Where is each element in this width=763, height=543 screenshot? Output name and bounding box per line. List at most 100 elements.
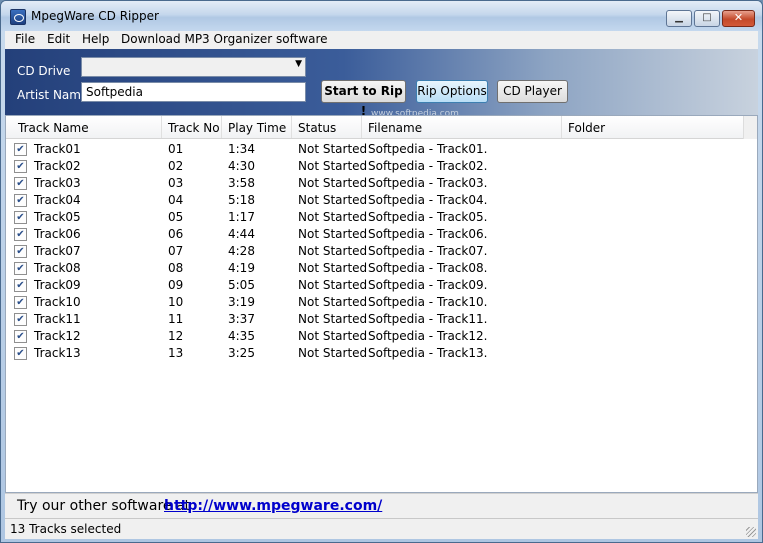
controls-panel: CD Drive ▼ Artist Name Softpedia Start t… [5, 49, 758, 119]
table-row[interactable]: ✔ Track08 08 4:19 Not Started Softpedia … [6, 260, 743, 277]
track-rows: ✔ Track01 01 1:34 Not Started Softpedia … [6, 141, 743, 362]
column-header-filename[interactable]: Filename [368, 121, 422, 135]
play-time-cell: 4:19 [228, 261, 255, 275]
filename-cell: Softpedia - Track02. [368, 159, 488, 173]
column-header-track-name[interactable]: Track Name [18, 121, 89, 135]
track-name-cell: Track02 [34, 159, 81, 173]
artist-name-input[interactable]: Softpedia [81, 82, 306, 102]
track-no-cell: 03 [168, 176, 184, 190]
status-cell: Not Started [298, 176, 368, 190]
track-checkbox[interactable]: ✔ [14, 177, 27, 190]
table-row[interactable]: ✔ Track05 05 1:17 Not Started Softpedia … [6, 209, 743, 226]
filename-cell: Softpedia - Track12. [368, 329, 488, 343]
play-time-cell: 1:34 [228, 142, 255, 156]
resize-grip-icon[interactable] [746, 527, 756, 537]
track-checkbox[interactable]: ✔ [14, 228, 27, 241]
track-no-cell: 10 [168, 295, 184, 309]
column-header-folder[interactable]: Folder [568, 121, 605, 135]
track-name-cell: Track04 [34, 193, 81, 207]
menu-help[interactable]: Help [82, 32, 109, 46]
chevron-down-icon: ▼ [295, 59, 302, 69]
track-name-cell: Track12 [34, 329, 81, 343]
status-cell: Not Started [298, 295, 368, 309]
play-time-cell: 3:37 [228, 312, 255, 326]
minimize-icon: ▁ [675, 12, 683, 23]
table-row[interactable]: ✔ Track09 09 5:05 Not Started Softpedia … [6, 277, 743, 294]
track-name-cell: Track10 [34, 295, 81, 309]
column-divider[interactable] [561, 116, 562, 138]
track-checkbox[interactable]: ✔ [14, 330, 27, 343]
track-no-cell: 01 [168, 142, 184, 156]
status-cell: Not Started [298, 159, 368, 173]
track-name-cell: Track06 [34, 227, 81, 241]
scrollbar[interactable] [743, 116, 757, 139]
cd-player-button[interactable]: CD Player [497, 80, 568, 103]
status-text: 13 Tracks selected [10, 522, 122, 536]
table-row[interactable]: ✔ Track04 04 5:18 Not Started Softpedia … [6, 192, 743, 209]
play-time-cell: 4:44 [228, 227, 255, 241]
column-header-track-no[interactable]: Track No [168, 121, 220, 135]
column-divider[interactable] [221, 116, 222, 138]
track-no-cell: 12 [168, 329, 184, 343]
play-time-cell: 5:18 [228, 193, 255, 207]
track-checkbox[interactable]: ✔ [14, 245, 27, 258]
status-cell: Not Started [298, 193, 368, 207]
track-checkbox[interactable]: ✔ [14, 160, 27, 173]
cd-drive-select[interactable]: ▼ [81, 57, 306, 77]
play-time-cell: 3:19 [228, 295, 255, 309]
table-row[interactable]: ✔ Track03 03 3:58 Not Started Softpedia … [6, 175, 743, 192]
track-no-cell: 05 [168, 210, 184, 224]
filename-cell: Softpedia - Track13. [368, 346, 488, 360]
window-title: MpegWare CD Ripper [31, 9, 159, 23]
track-no-cell: 09 [168, 278, 184, 292]
filename-cell: Softpedia - Track09. [368, 278, 488, 292]
track-checkbox[interactable]: ✔ [14, 279, 27, 292]
menu-edit[interactable]: Edit [47, 32, 70, 46]
track-checkbox[interactable]: ✔ [14, 194, 27, 207]
table-row[interactable]: ✔ Track06 06 4:44 Not Started Softpedia … [6, 226, 743, 243]
column-divider[interactable] [361, 116, 362, 138]
filename-cell: Softpedia - Track04. [368, 193, 488, 207]
track-no-cell: 11 [168, 312, 184, 326]
maximize-button[interactable]: □ [694, 10, 720, 27]
table-row[interactable]: ✔ Track13 13 3:25 Not Started Softpedia … [6, 345, 743, 362]
mpegware-link[interactable]: http://www.mpegware.com/ [164, 498, 382, 514]
track-checkbox[interactable]: ✔ [14, 347, 27, 360]
title-bar[interactable]: MpegWare CD Ripper ▁ □ ✕ [1, 1, 762, 31]
filename-cell: Softpedia - Track06. [368, 227, 488, 241]
rip-options-button[interactable]: Rip Options [416, 80, 488, 103]
table-row[interactable]: ✔ Track01 01 1:34 Not Started Softpedia … [6, 141, 743, 158]
minimize-button[interactable]: ▁ [666, 10, 692, 27]
track-no-cell: 07 [168, 244, 184, 258]
start-rip-button[interactable]: Start to Rip ! [321, 80, 406, 118]
status-cell: Not Started [298, 261, 368, 275]
table-row[interactable]: ✔ Track12 12 4:35 Not Started Softpedia … [6, 328, 743, 345]
track-checkbox[interactable]: ✔ [14, 262, 27, 275]
table-row[interactable]: ✔ Track02 02 4:30 Not Started Softpedia … [6, 158, 743, 175]
status-bar: 13 Tracks selected [5, 518, 758, 539]
track-checkbox[interactable]: ✔ [14, 313, 27, 326]
status-cell: Not Started [298, 312, 368, 326]
track-checkbox[interactable]: ✔ [14, 296, 27, 309]
track-name-cell: Track11 [34, 312, 81, 326]
filename-cell: Softpedia - Track11. [368, 312, 488, 326]
track-no-cell: 02 [168, 159, 184, 173]
play-time-cell: 1:17 [228, 210, 255, 224]
track-checkbox[interactable]: ✔ [14, 143, 27, 156]
column-divider[interactable] [291, 116, 292, 138]
menu-download[interactable]: Download MP3 Organizer software [121, 32, 328, 46]
play-time-cell: 4:28 [228, 244, 255, 258]
column-header-status[interactable]: Status [298, 121, 336, 135]
column-header-play-time[interactable]: Play Time [228, 121, 286, 135]
table-row[interactable]: ✔ Track10 10 3:19 Not Started Softpedia … [6, 294, 743, 311]
play-time-cell: 3:58 [228, 176, 255, 190]
play-time-cell: 3:25 [228, 346, 255, 360]
status-cell: Not Started [298, 244, 368, 258]
track-list[interactable]: Track Name Track No Play Time Status Fil… [5, 115, 758, 493]
menu-file[interactable]: File [15, 32, 35, 46]
close-button[interactable]: ✕ [722, 10, 755, 27]
column-divider[interactable] [161, 116, 162, 138]
table-row[interactable]: ✔ Track11 11 3:37 Not Started Softpedia … [6, 311, 743, 328]
table-row[interactable]: ✔ Track07 07 4:28 Not Started Softpedia … [6, 243, 743, 260]
track-checkbox[interactable]: ✔ [14, 211, 27, 224]
